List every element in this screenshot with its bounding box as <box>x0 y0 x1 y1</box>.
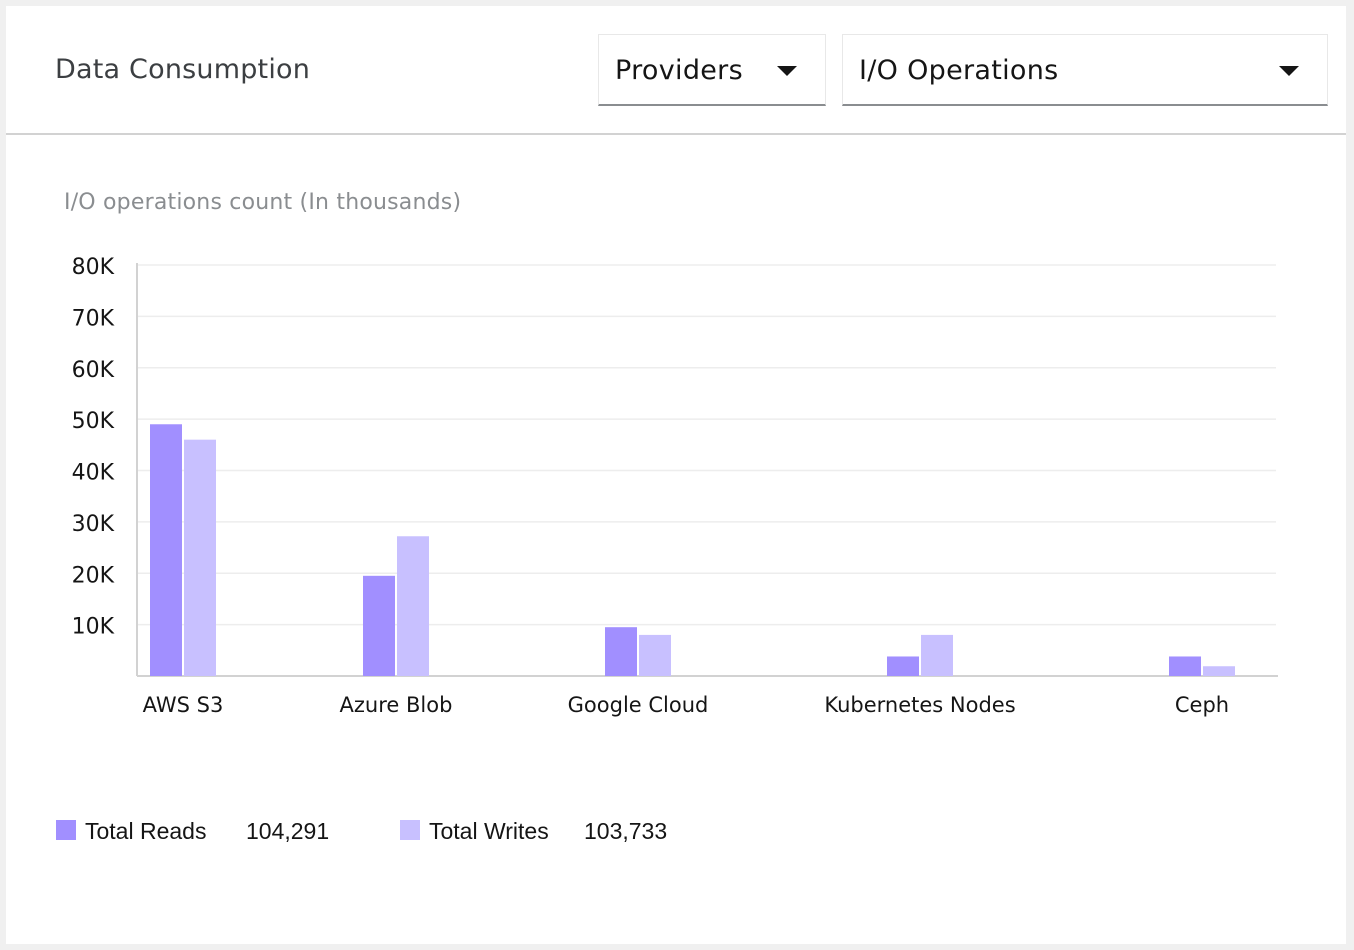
legend-swatch-writes <box>400 820 420 840</box>
bar-writes <box>397 536 429 676</box>
x-tick-label: Kubernetes Nodes <box>824 693 1015 717</box>
y-tick-label: 60K <box>72 358 115 383</box>
bar-writes <box>1203 666 1235 676</box>
x-tick-label: AWS S3 <box>143 693 224 717</box>
y-tick-label: 80K <box>72 255 115 280</box>
bar-writes <box>184 439 216 676</box>
x-tick-label: Google Cloud <box>568 693 709 717</box>
legend-total-reads: 104,291 <box>246 818 330 844</box>
y-tick-label: 70K <box>72 306 115 331</box>
bar-reads <box>1169 656 1201 676</box>
y-tick-label: 10K <box>72 615 115 640</box>
legend-label-reads: Total Reads <box>85 818 207 844</box>
y-tick-label: 40K <box>72 461 115 486</box>
bar-writes <box>921 634 953 676</box>
bar-reads <box>150 424 182 676</box>
x-tick-label: Ceph <box>1175 693 1229 717</box>
legend-total-writes: 103,733 <box>584 818 668 844</box>
x-tick-label: Azure Blob <box>340 693 453 717</box>
bar-reads <box>605 627 637 676</box>
y-tick-label: 50K <box>72 409 115 434</box>
y-tick-label: 20K <box>72 563 115 588</box>
legend-label-writes: Total Writes <box>429 818 549 844</box>
data-consumption-card: Data Consumption Providers I/O Operation… <box>6 6 1346 944</box>
y-tick-label: 30K <box>72 512 115 537</box>
legend-swatch-reads <box>56 820 76 840</box>
bar-reads <box>887 656 919 676</box>
bar-writes <box>639 634 671 676</box>
bar-chart: 10K 20K 30K 40K 50K 60K 70K 80K AWS S3 Azure Blob… <box>72 255 1278 717</box>
bar-reads <box>363 575 395 676</box>
